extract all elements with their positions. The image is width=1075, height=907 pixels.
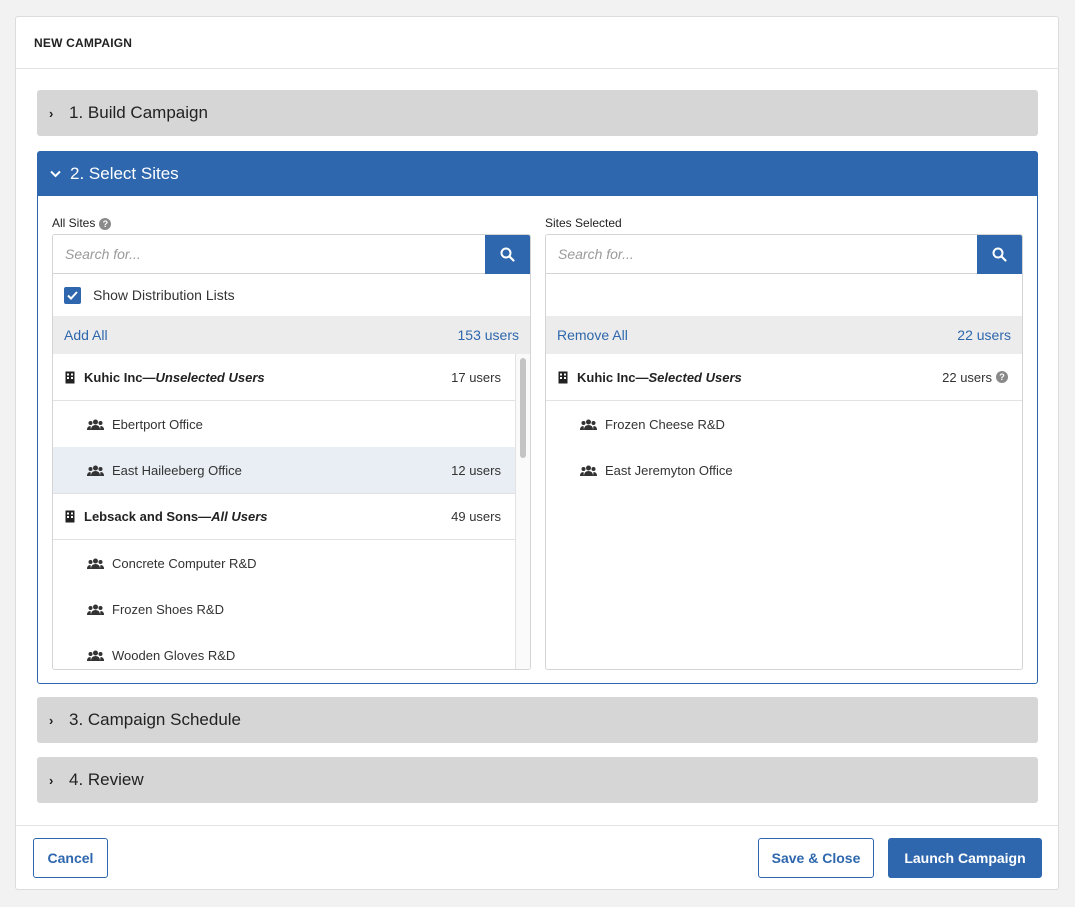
scrollbar-thumb[interactable] [520, 358, 526, 458]
users-icon [87, 419, 104, 430]
remove-all-button[interactable]: Remove All [557, 327, 628, 343]
users-icon [87, 650, 104, 661]
all-sites-search-input[interactable] [53, 235, 485, 273]
users-icon [580, 465, 597, 476]
launch-campaign-button[interactable]: Launch Campaign [888, 838, 1042, 878]
building-icon [65, 510, 75, 523]
selected-sites-search-button[interactable] [977, 235, 1022, 274]
sites-selected-label: Sites Selected [545, 216, 622, 230]
step-label: 1. Build Campaign [69, 103, 208, 122]
group-company: Kuhic Inc [577, 369, 636, 385]
group-count: 17 users [451, 369, 501, 385]
site-name: Ebertport Office [112, 416, 203, 432]
all-sites-total: 153 users [457, 327, 519, 343]
selected-sites-search [546, 235, 1022, 274]
help-icon[interactable]: ? [99, 218, 112, 230]
site-list-item[interactable]: Frozen Shoes R&D [53, 586, 515, 632]
all-sites-label: All Sites? [52, 216, 112, 230]
users-icon [580, 419, 597, 430]
site-name: Wooden Gloves R&D [112, 647, 236, 663]
site-name: Concrete Computer R&D [112, 555, 257, 571]
site-list-item[interactable]: East Haileeberg Office 12 users [53, 447, 515, 493]
building-icon [65, 371, 75, 384]
site-group-row[interactable]: Kuhic Inc — Unselected Users 17 users [53, 354, 515, 401]
site-group-row[interactable]: Lebsack and Sons — All Users 49 users [53, 493, 515, 540]
new-campaign-dialog: NEW CAMPAIGN › 1. Build Campaign 2. Sele… [15, 16, 1059, 890]
cancel-button[interactable]: Cancel [33, 838, 108, 878]
step-label: 2. Select Sites [70, 164, 179, 183]
search-icon [992, 247, 1007, 262]
save-close-button[interactable]: Save & Close [758, 838, 874, 878]
building-icon [558, 371, 568, 384]
group-qualifier: All Users [211, 509, 268, 524]
selected-sites-list: Kuhic Inc — Selected Users 22 users? Fro… [546, 354, 1022, 493]
selected-sites-total: 22 users [957, 327, 1011, 343]
checkbox-checked-icon[interactable] [64, 286, 81, 304]
step-label: 3. Campaign Schedule [69, 710, 242, 729]
site-name: East Haileeberg Office [112, 462, 242, 478]
group-qualifier: Unselected Users [155, 369, 265, 385]
site-list-item[interactable]: Frozen Cheese R&D [546, 401, 1022, 447]
users-icon [87, 465, 104, 476]
group-company: Lebsack and Sons [84, 509, 199, 524]
site-count: 12 users [451, 462, 501, 478]
sites-selected-pane: Remove All 22 users Kuhic Inc — Selected… [545, 234, 1023, 670]
selected-sites-actions: Remove All 22 users [546, 316, 1022, 354]
help-icon[interactable]: ? [996, 371, 1008, 383]
step-build-campaign[interactable]: › 1. Build Campaign [37, 90, 1038, 136]
chevron-right-icon: › [49, 712, 54, 728]
group-count: 49 users [451, 509, 501, 524]
selected-sites-search-input[interactable] [546, 235, 977, 273]
group-company: Kuhic Inc [84, 369, 143, 385]
add-all-button[interactable]: Add All [64, 327, 108, 343]
step-select-sites-header[interactable]: 2. Select Sites [38, 152, 1037, 196]
site-group-row[interactable]: Kuhic Inc — Selected Users 22 users? [546, 354, 1022, 401]
site-name: Frozen Cheese R&D [605, 416, 725, 432]
dialog-footer: Cancel Save & Close Launch Campaign [16, 825, 1058, 891]
chevron-right-icon: › [49, 105, 54, 121]
users-icon [87, 604, 104, 615]
all-sites-search-button[interactable] [485, 235, 530, 274]
site-list-item[interactable]: Ebertport Office [53, 401, 515, 447]
chevron-down-icon [50, 167, 70, 181]
show-distribution-lists-toggle[interactable]: Show Distribution Lists [53, 274, 530, 316]
group-qualifier: Selected Users [648, 369, 742, 385]
users-icon [87, 558, 104, 569]
site-name: Frozen Shoes R&D [112, 601, 224, 617]
step-label: 4. Review [69, 770, 144, 789]
site-name: East Jeremyton Office [605, 462, 733, 478]
dialog-title: NEW CAMPAIGN [16, 17, 1058, 69]
step-review[interactable]: › 4. Review [37, 757, 1038, 803]
all-sites-list: Kuhic Inc — Unselected Users 17 users Eb… [53, 354, 530, 669]
site-list-item[interactable]: Wooden Gloves R&D [53, 632, 515, 669]
search-icon [500, 247, 515, 262]
chevron-right-icon: › [49, 772, 54, 788]
step-select-sites: 2. Select Sites All Sites? Show Distribu… [37, 151, 1038, 684]
site-list-item[interactable]: East Jeremyton Office [546, 447, 1022, 493]
show-distribution-lists-label: Show Distribution Lists [93, 287, 235, 303]
all-sites-scrollbar[interactable] [515, 354, 530, 669]
group-count: 22 users [942, 369, 992, 385]
all-sites-pane: Show Distribution Lists Add All 153 user… [52, 234, 531, 670]
all-sites-actions: Add All 153 users [53, 316, 530, 354]
site-list-item[interactable]: Concrete Computer R&D [53, 540, 515, 586]
step-campaign-schedule[interactable]: › 3. Campaign Schedule [37, 697, 1038, 743]
all-sites-search [53, 235, 530, 274]
